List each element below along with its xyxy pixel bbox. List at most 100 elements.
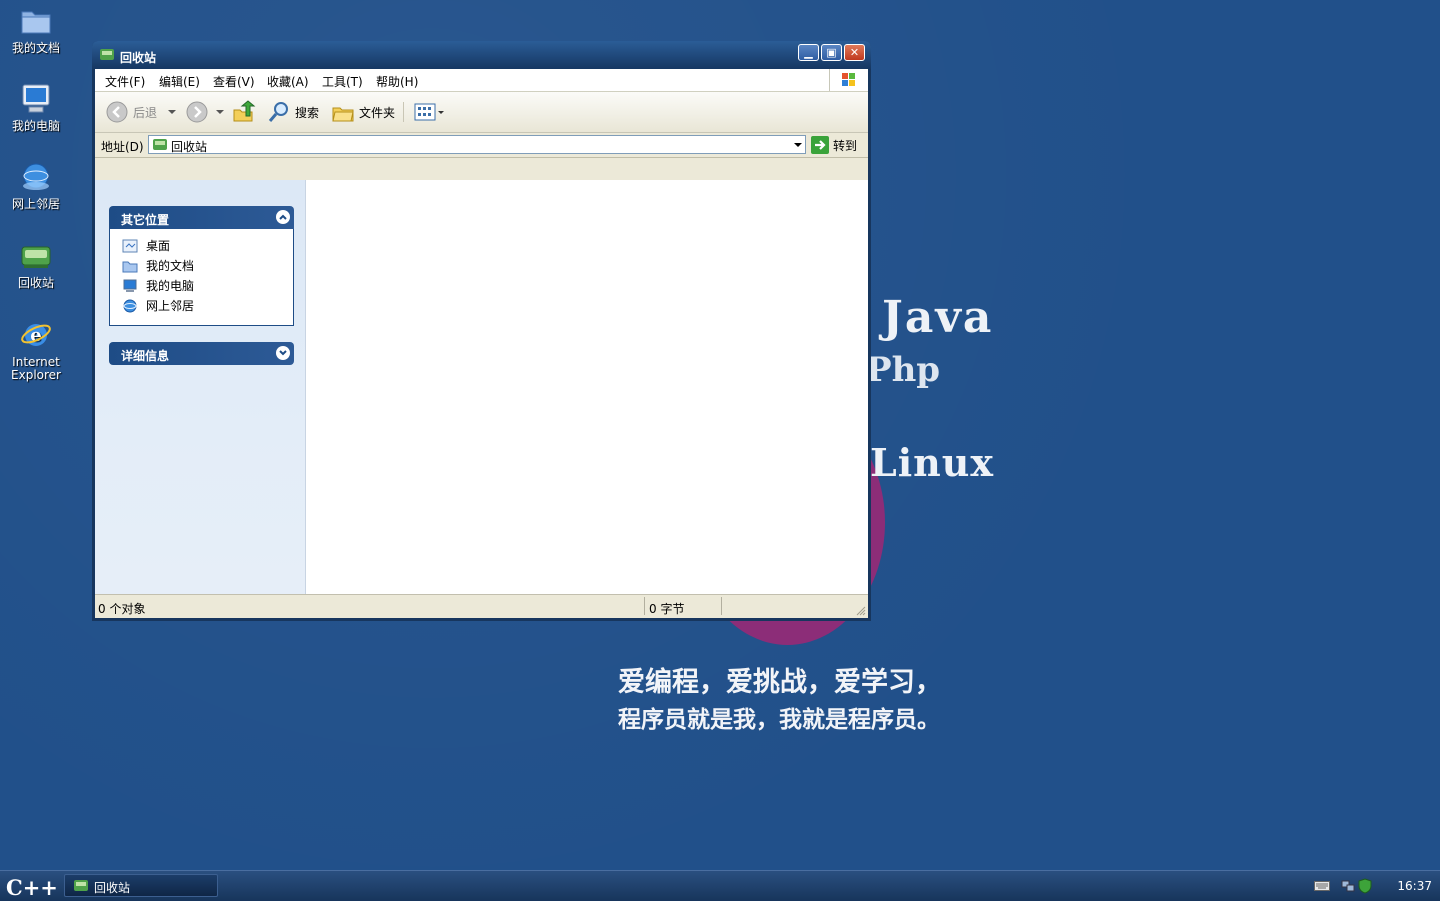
windows-flag-icon [842,73,855,86]
other-places-body: 桌面 我的文档 我的电脑 网上邻居 [109,229,294,326]
menu-tools[interactable]: 工具(T) [322,73,363,90]
status-object-count: 0 个对象 [98,602,146,616]
chevron-up-icon[interactable] [276,210,290,224]
standard-toolbar: 后退 搜索 文件夹 [95,92,868,133]
other-places-label: 我的文档 [146,259,195,273]
desktop-icon-label-line2: Explorer [11,368,61,382]
close-button[interactable]: ✕ [844,44,865,61]
start-button[interactable]: C++ [6,875,58,900]
other-places-header[interactable]: 其它位置 [109,206,294,229]
keyboard-icon[interactable] [1314,880,1330,892]
desktop-icon-my-documents[interactable]: 我的文档 [0,4,72,55]
window-title-bar[interactable]: 回收站 ▁ ▣ ✕ [92,41,871,69]
go-label: 转到 [833,138,858,153]
wallpaper-text-java: Java [882,292,994,343]
other-places-item-network[interactable]: 网上邻居 [122,297,194,314]
network-globe-icon [23,163,49,190]
address-label: 地址(D) [101,140,144,154]
forward-arrow-icon [186,101,208,123]
back-button[interactable]: 后退 [105,100,179,124]
search-label: 搜索 [295,105,320,120]
folder-icon [21,11,51,34]
back-arrow-icon [106,101,128,123]
other-places-label: 桌面 [146,239,171,253]
status-bar: 0 个对象 0 字节 [95,594,868,618]
chevron-down-icon [216,110,224,114]
restore-icon: ▣ [826,46,837,59]
address-bar: 地址(D) 回收站 转到 [95,133,868,158]
address-value: 回收站 [171,140,208,154]
address-input[interactable]: 回收站 [148,135,806,154]
up-folder-button[interactable] [231,100,257,124]
toolbar-separator [403,102,404,122]
other-places-item-my-documents[interactable]: 我的文档 [122,257,194,274]
minimize-button[interactable]: ▁ [798,44,819,61]
go-button[interactable]: 转到 [811,136,857,154]
chevron-down-icon[interactable] [276,346,290,360]
windows-logo [829,69,868,91]
wallpaper-slogan-line1: 爱编程，爱挑战，爱学习， [618,667,942,698]
search-icon [268,102,288,122]
wallpaper-text-php: Php [866,350,941,390]
other-places-item-my-computer[interactable]: 我的电脑 [122,277,194,294]
folders-label: 文件夹 [359,105,396,120]
recycle-bin-icon [100,49,114,60]
wallpaper-text-linux: Linux [870,440,995,485]
folders-button[interactable]: 文件夹 [331,100,395,124]
desktop-icon [122,239,138,252]
views-button[interactable] [413,100,445,124]
resize-grip-icon[interactable] [856,606,866,616]
maximize-button[interactable]: ▣ [821,44,842,61]
desktop-icon-internet-explorer[interactable]: e Internet Explorer [0,318,72,382]
wallpaper-slogan-line2: 程序员就是我，我就是程序员。 [618,706,940,733]
desktop-icon-my-computer[interactable]: 我的电脑 [0,82,72,133]
recycle-bin-icon [74,880,88,891]
desktop-icon-label: 我的文档 [11,41,60,55]
desktop-icon-label: 我的电脑 [11,119,60,133]
status-divider [644,597,645,615]
search-button[interactable]: 搜索 [267,100,319,124]
desktop-icon-label: 网上邻居 [11,197,60,211]
task-pane: 其它位置 桌面 我的文档 我的电脑 网上邻居 详细信息 [95,180,306,595]
details-title: 详细信息 [121,349,170,363]
other-places-label: 网上邻居 [146,299,195,313]
recycle-bin-icon [153,139,167,150]
menu-favorites[interactable]: 收藏(A) [267,73,309,90]
internet-explorer-icon: e [21,324,51,346]
menu-file[interactable]: 文件(F) [105,73,145,90]
minimize-icon: ▁ [804,46,813,59]
desktop-icon-recycle-bin[interactable]: 回收站 [0,239,72,290]
computer-icon [123,279,137,292]
up-folder-icon [233,100,256,122]
other-places-label: 我的电脑 [146,279,195,293]
folder-content: 其它位置 桌面 我的文档 我的电脑 网上邻居 详细信息 [95,180,868,595]
status-divider [721,597,722,615]
desktop-icon-network[interactable]: 网上邻居 [0,160,72,211]
details-header[interactable]: 详细信息 [109,342,294,365]
taskbar-button-label: 回收站 [94,881,131,895]
network-globe-icon [123,299,137,312]
other-places-item-desktop[interactable]: 桌面 [122,237,170,254]
taskbar: C++ 回收站 16:37 [0,870,1440,901]
menu-edit[interactable]: 编辑(E) [159,73,200,90]
network-status-icon[interactable] [1340,878,1356,894]
security-shield-icon[interactable] [1358,878,1372,894]
chevron-down-icon [438,111,444,114]
computer-icon [22,84,50,113]
forward-button[interactable] [185,100,227,124]
window-client-area: 文件(F) 编辑(E) 查看(V) 收藏(A) 工具(T) 帮助(H) 后退 搜… [95,69,868,618]
views-icon [414,103,436,121]
chevron-down-icon[interactable] [793,140,803,150]
go-arrow-icon [811,136,829,154]
status-size: 0 字节 [649,602,685,616]
taskbar-button-recycle-bin[interactable]: 回收站 [64,874,218,897]
menu-help[interactable]: 帮助(H) [376,73,418,90]
folder-icon [122,261,138,272]
menu-view[interactable]: 查看(V) [213,73,255,90]
chevron-down-icon [168,110,177,114]
folders-icon [332,107,354,122]
clock: 16:37 [1397,879,1432,893]
window-title: 回收站 [120,51,157,65]
recycle-bin-window: 回收站 ▁ ▣ ✕ 文件(F) 编辑(E) 查看(V) 收藏(A) 工具(T) … [92,41,871,621]
back-label: 后退 [133,105,158,120]
